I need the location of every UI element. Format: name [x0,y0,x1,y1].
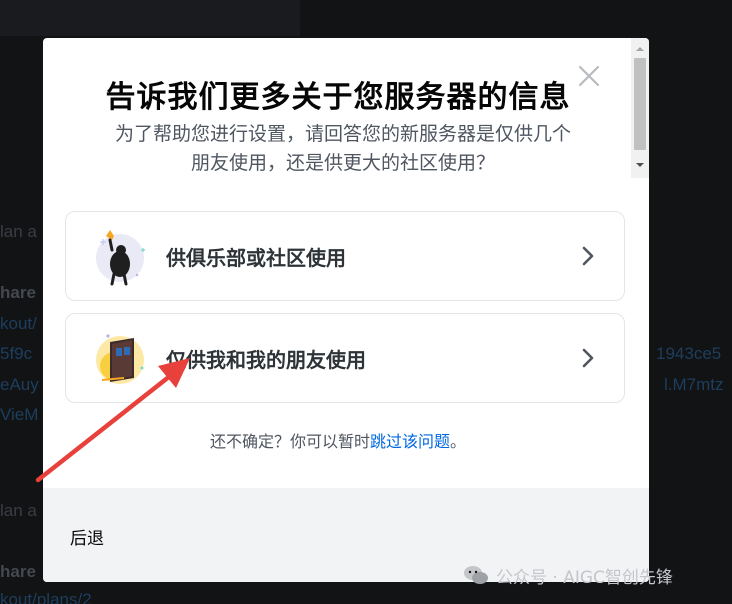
option-club-community[interactable]: 供俱乐部或社区使用 [65,211,625,301]
scroll-thumb[interactable] [634,58,646,150]
wechat-icon [464,566,488,584]
skip-question-link[interactable]: 跳过该问题 [370,432,450,451]
background-text: 1943ce5 [656,344,722,363]
modal-subtitle: 为了帮助您进行设置，请回答您的新服务器是仅供几个 朋友使用，还是供更大的社区使用… [63,120,623,178]
background-image [0,0,300,36]
watermark-text: 公众号 · AIGC智创先锋 [496,567,673,588]
skip-question-line: 还不确定？你可以暂时跳过该问题。 [43,428,633,452]
server-info-modal: 告诉我们更多关于您服务器的信息 为了帮助您进行设置，请回答您的新服务器是仅供几个… [43,38,649,582]
background-text: hare [0,283,36,302]
background-text: kout/ [0,314,37,333]
subtitle-line: 为了帮助您进行设置，请回答您的新服务器是仅供几个 [114,123,571,145]
scrollbar[interactable] [631,38,649,178]
skip-suffix: 。 [450,432,467,451]
skip-prefix: 还不确定？你可以暂时 [209,432,370,451]
option-label: 供俱乐部或社区使用 [166,246,346,270]
background-text: l.M7mtz [664,375,724,394]
background-text: lan a [0,222,37,241]
background-text: VieM [0,405,39,424]
close-button[interactable] [573,60,605,92]
background-text: lan a [0,501,37,520]
club-community-icon [96,230,145,286]
chevron-right-icon [582,348,594,368]
option-label: 仅供我和我的朋友使用 [166,348,366,372]
close-icon [578,65,600,87]
friends-door-icon [96,334,144,384]
scroll-down-icon[interactable] [635,160,645,170]
chevron-right-icon [582,246,594,266]
option-friends[interactable]: 仅供我和我的朋友使用 [65,313,625,403]
background-text: eAuy [0,375,39,394]
background-text: hare [0,562,36,581]
back-button[interactable]: 后退 [70,524,104,549]
watermark: 公众号 · AIGC智创先锋 [462,563,673,588]
subtitle-line: 朋友使用，还是供更大的社区使用？ [190,152,495,174]
background-text: 5f9c [0,344,33,363]
scroll-up-icon[interactable] [635,44,645,54]
background-text: kout/plans/2 [0,590,92,604]
modal-title: 告诉我们更多关于您服务器的信息 [105,80,571,115]
